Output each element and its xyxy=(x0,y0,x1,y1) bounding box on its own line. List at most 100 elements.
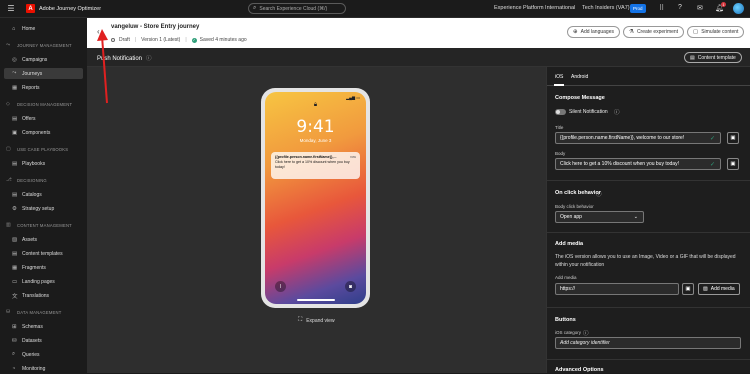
properties-panel: iOS Android Compose Message Silent Notif… xyxy=(546,67,750,373)
valid-check-icon: ✓ xyxy=(709,161,715,168)
sidebar-heading: ▢ USE CASE PLAYBOOKS xyxy=(6,146,69,152)
flashlight-icon: ǀ xyxy=(275,281,286,292)
app-name[interactable]: Adobe Journey Optimizer xyxy=(39,6,101,12)
simulate-icon: ▢ xyxy=(693,29,699,35)
info-icon[interactable]: ⓘ xyxy=(146,56,152,62)
search-input[interactable]: ⌕ Search Experience Cloud (⌘/) xyxy=(248,3,346,14)
media-url-field[interactable]: https:// xyxy=(555,283,679,295)
help-icon[interactable]: ? xyxy=(678,4,682,11)
add-media-button[interactable]: ▨ Add media xyxy=(698,283,740,295)
notification-body: Click here to get a 10% discount when yo… xyxy=(275,160,350,169)
schema-icon: ⊞ xyxy=(12,323,17,330)
sidebar-item-components[interactable]: ▣ Components xyxy=(4,127,83,138)
status-text: Draft xyxy=(119,37,130,43)
search-placeholder: Search Experience Cloud (⌘/) xyxy=(259,5,328,12)
ios-category-label: iOS category xyxy=(555,330,582,335)
playbook-icon: ▤ xyxy=(12,160,18,167)
body-field[interactable]: Click here to get a 10% discount when yo… xyxy=(555,158,721,170)
journey-icon: ⤳ xyxy=(12,70,17,76)
sidebar-item-translations[interactable]: 文 Translations xyxy=(4,290,83,301)
simulate-content-button[interactable]: ▢ Simulate content xyxy=(687,26,745,38)
camera-icon: ◙ xyxy=(345,281,356,292)
personalize-title-button[interactable]: ▣ xyxy=(727,132,739,144)
title-field[interactable]: {{profile.person.name.firstName}}, welco… xyxy=(555,132,721,144)
sidebar-item-schemas[interactable]: ⊞ Schemas xyxy=(4,321,83,332)
sidebar: ⌂ Home ⤳ JOURNEY MANAGEMENT ◎ Campaigns ⤳ Jo… xyxy=(0,18,87,373)
divider xyxy=(547,307,750,308)
personalize-body-button[interactable]: ▣ xyxy=(727,158,739,170)
personalize-media-button[interactable]: ▣ xyxy=(682,283,694,295)
push-notification-preview: {{profile.person.name.firstName}},... no… xyxy=(271,152,360,179)
landing-page-icon: ▭ xyxy=(12,278,18,285)
content-template-button[interactable]: ▤ Content template xyxy=(684,52,742,63)
add-media-title: Add media xyxy=(555,241,584,247)
divider xyxy=(547,359,750,360)
sidebar-item-content-templates[interactable]: ▤ Content templates xyxy=(4,248,83,259)
offer-icon: ▤ xyxy=(12,115,18,122)
sidebar-item-datasets[interactable]: ⛁ Datasets xyxy=(4,335,83,346)
sidebar-item-offers[interactable]: ▤ Offers xyxy=(4,113,83,124)
lock-time: 9:41 xyxy=(296,117,335,137)
category-identifier-input[interactable]: Add category identifier xyxy=(555,337,741,349)
sidebar-item-home[interactable]: ⌂ Home xyxy=(4,23,83,34)
sidebar-item-monitoring[interactable]: ◔ Monitoring xyxy=(4,363,83,374)
announcements-icon[interactable]: ✉ xyxy=(697,4,703,12)
tab-android[interactable]: Android xyxy=(571,74,588,80)
add-media-description: The iOS version allows you to use an Ima… xyxy=(555,254,736,268)
menu-icon[interactable]: ☰ xyxy=(6,4,16,14)
apps-grid-icon[interactable]: ⠿ xyxy=(659,4,664,12)
silent-notification-label: Silent Notification xyxy=(569,109,608,115)
preview-area: ▂▄▆ ▭ 🔒︎ 9:41 Monday, June 3 {{profile.p… xyxy=(87,67,546,373)
sidebar-item-assets[interactable]: ▨ Assets xyxy=(4,234,83,245)
advanced-options-title[interactable]: Advanced Options xyxy=(555,367,604,373)
body-click-select[interactable]: Open app ⌄ xyxy=(555,211,644,223)
campaign-icon: ◎ xyxy=(12,56,17,63)
sidebar-item-campaigns[interactable]: ◎ Campaigns xyxy=(4,54,83,65)
sidebar-item-landing-pages[interactable]: ▭ Landing pages xyxy=(4,276,83,287)
add-languages-button[interactable]: ⊕ Add languages xyxy=(567,26,620,38)
catalog-icon: ▤ xyxy=(12,191,18,198)
title-label: Title xyxy=(555,125,564,130)
tab-ios[interactable]: iOS xyxy=(553,74,565,86)
info-icon[interactable]: ⓘ xyxy=(583,329,589,337)
info-icon[interactable]: ⓘ xyxy=(614,108,620,116)
dataset-icon: ⛁ xyxy=(12,337,17,344)
sidebar-item-fragments[interactable]: ▦ Fragments xyxy=(4,262,83,273)
silent-notification-toggle[interactable] xyxy=(555,109,566,115)
template-icon: ▤ xyxy=(12,250,18,257)
asset-icon: ▨ xyxy=(12,236,18,243)
sidebar-item-strategy-setup[interactable]: ⚙ Strategy setup xyxy=(4,203,83,214)
annotation-arrow xyxy=(97,29,108,104)
avatar[interactable] xyxy=(733,3,744,14)
page-title: vangeluw - Store Entry journey xyxy=(111,24,200,30)
sidebar-heading: ◇ DECISION MANAGEMENT xyxy=(6,101,73,107)
experiment-icon: ⚗ xyxy=(629,29,634,35)
sidebar-item-queries[interactable]: ⌕ Queries xyxy=(4,349,83,360)
expand-view-button[interactable]: ⛶ Expand view xyxy=(298,317,335,324)
divider xyxy=(547,180,750,181)
sidebar-heading: ⤳ JOURNEY MANAGEMENT xyxy=(6,42,72,48)
sidebar-heading: ⎇ DECISIONING xyxy=(6,177,47,183)
query-icon: ⌕ xyxy=(12,351,16,357)
sidebar-item-playbooks[interactable]: ▤ Playbooks xyxy=(4,158,83,169)
sidebar-item-reports[interactable]: ▦ Reports xyxy=(4,82,83,93)
journey-header: ‹ vangeluw - Store Entry journey Draft |… xyxy=(87,18,750,48)
add-media-label: Add media xyxy=(555,275,577,280)
globe-icon: ⊕ xyxy=(573,29,578,35)
adobe-logo[interactable]: A xyxy=(26,4,35,13)
info-icon[interactable]: ⓘ xyxy=(596,190,602,198)
phone-screen: ▂▄▆ ▭ 🔒︎ 9:41 Monday, June 3 {{profile.p… xyxy=(265,92,366,304)
home-icon: ⌂ xyxy=(12,25,16,32)
saved-check-icon: ✓ xyxy=(191,37,197,43)
expand-icon: ⛶ xyxy=(298,317,303,323)
journey-meta: Draft | Version 1 (Latest) | ✓ Saved 4 m… xyxy=(111,37,247,43)
sidebar-item-catalogs[interactable]: ▤ Catalogs xyxy=(4,189,83,200)
sidebar-item-journeys[interactable]: ⤳ Journeys xyxy=(4,68,83,79)
org-name[interactable]: Experience Platform International xyxy=(494,5,575,11)
valid-check-icon: ✓ xyxy=(709,135,715,142)
create-experiment-button[interactable]: ⚗ Create experiment xyxy=(623,26,685,38)
home-indicator xyxy=(296,299,335,301)
content-icon: ▥ xyxy=(6,222,11,228)
chevron-down-icon: ⌄ xyxy=(633,214,638,220)
sandbox-name[interactable]: Tech Insiders (VA7) xyxy=(582,5,630,11)
